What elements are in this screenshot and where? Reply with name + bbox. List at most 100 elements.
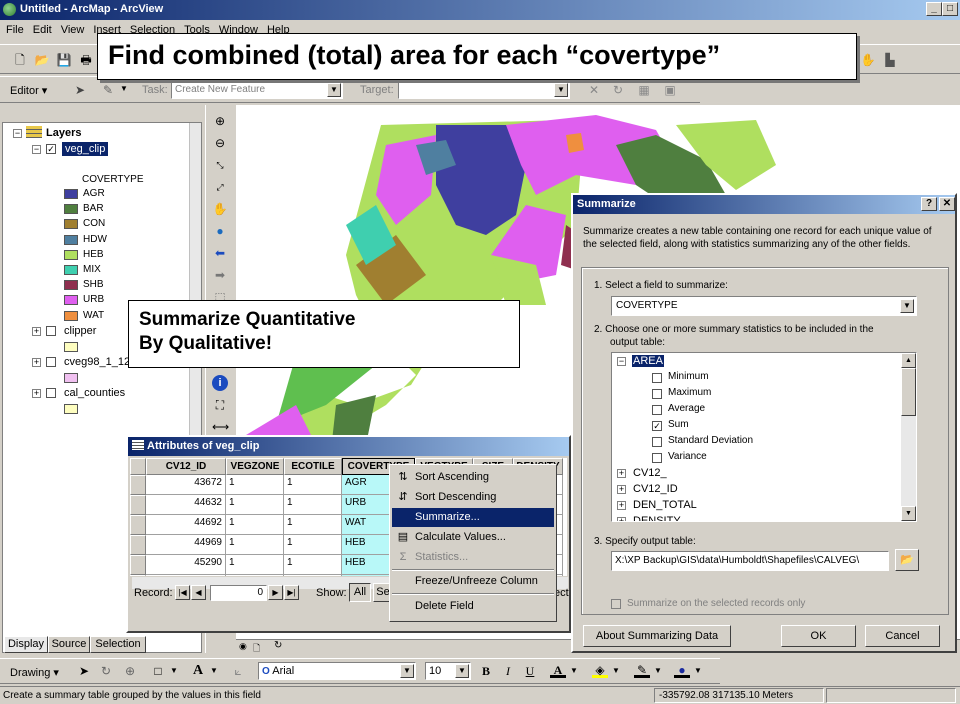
statistic-checkbox[interactable] bbox=[652, 453, 662, 463]
font-dropdown-button[interactable]: ▼ bbox=[400, 664, 414, 678]
clipper-checkbox[interactable] bbox=[46, 326, 56, 336]
tree-item-average[interactable]: Average bbox=[612, 402, 900, 418]
editor-menu[interactable]: Editor ▾ bbox=[10, 84, 47, 97]
prev-record-button[interactable]: ◀ bbox=[191, 585, 206, 600]
next-record-button[interactable]: ▶ bbox=[268, 585, 283, 600]
statistic-checkbox[interactable] bbox=[652, 389, 662, 399]
open-icon[interactable]: 📂 bbox=[34, 52, 50, 68]
zoom-in-icon[interactable]: ⊕ bbox=[212, 113, 228, 129]
drawing-menu[interactable]: Drawing ▾ bbox=[10, 666, 59, 679]
target-dropdown-button[interactable]: ▼ bbox=[554, 83, 568, 97]
edit-vertices-icon[interactable]: ⟀ bbox=[230, 663, 246, 679]
full-extent-icon[interactable]: ● bbox=[212, 223, 228, 239]
refresh-icon[interactable]: ↻ bbox=[274, 640, 282, 651]
table-cell[interactable]: 1 bbox=[226, 495, 284, 515]
menu-item-summarize[interactable]: Summarize... bbox=[392, 508, 554, 527]
expand-layers-icon[interactable]: − bbox=[13, 129, 22, 138]
legend-swatch-bar[interactable] bbox=[64, 204, 78, 215]
output-table-field[interactable]: X:\XP Backup\GIS\data\Humboldt\Shapefile… bbox=[611, 551, 889, 571]
marker-color-dropdown-icon[interactable]: ▼ bbox=[694, 666, 702, 675]
veg-clip-label[interactable]: veg_clip bbox=[62, 142, 109, 156]
table-cell[interactable]: 45290 bbox=[146, 555, 226, 575]
dialog-help-button[interactable]: ? bbox=[921, 197, 937, 211]
table-cell[interactable]: 1 bbox=[226, 515, 284, 535]
sketch-dropdown-icon[interactable]: ▼ bbox=[120, 84, 128, 93]
table-cell[interactable]: 1 bbox=[226, 575, 284, 576]
toolbar-icon[interactable]: ▙ bbox=[882, 52, 898, 68]
table-cell[interactable]: 1 bbox=[226, 475, 284, 495]
underline-icon[interactable]: U bbox=[522, 663, 538, 679]
legend-swatch-con[interactable] bbox=[64, 219, 78, 230]
tree-item-cv12[interactable]: + CV12_ bbox=[612, 466, 900, 482]
row-selector[interactable] bbox=[130, 515, 146, 535]
target-combo[interactable] bbox=[398, 82, 570, 99]
identify-icon[interactable]: i bbox=[212, 375, 228, 391]
scroll-thumb[interactable] bbox=[901, 368, 916, 416]
cveg-label[interactable]: cveg98_1_12 bbox=[64, 356, 130, 368]
menu-item-sort-descending[interactable]: ⇵ Sort Descending bbox=[392, 488, 554, 507]
veg-clip-checkbox[interactable]: ✓ bbox=[46, 144, 56, 154]
table-cell[interactable]: 44632 bbox=[146, 495, 226, 515]
zoom-out-icon[interactable]: ⊖ bbox=[212, 135, 228, 151]
fixed-zoom-in-icon[interactable]: ⤡ bbox=[212, 157, 228, 173]
font-size-dropdown-button[interactable]: ▼ bbox=[455, 664, 469, 678]
font-color-icon[interactable]: A bbox=[550, 662, 566, 678]
measure-icon[interactable]: ⟷ bbox=[212, 419, 229, 435]
text-dropdown-icon[interactable]: ▼ bbox=[210, 666, 218, 675]
tree-item-variance[interactable]: Variance bbox=[612, 450, 900, 466]
tree-item-cv12-id[interactable]: + CV12_ID bbox=[612, 482, 900, 498]
table-cell[interactable]: 44969 bbox=[146, 535, 226, 555]
column-header-ecotile[interactable]: ECOTILE bbox=[284, 458, 342, 475]
menu-file[interactable]: File bbox=[0, 20, 27, 36]
statistic-checkbox[interactable]: ✓ bbox=[652, 421, 662, 431]
cancel-button[interactable]: Cancel bbox=[865, 625, 940, 647]
tree-scrollbar[interactable]: ▲ ▼ bbox=[901, 353, 916, 521]
column-header-cv12-id[interactable]: CV12_ID bbox=[146, 458, 226, 475]
table-cell[interactable]: 1 bbox=[226, 535, 284, 555]
expand-veg-clip-icon[interactable]: − bbox=[32, 145, 41, 154]
tab-selection[interactable]: Selection bbox=[90, 636, 146, 653]
sketch-tool-icon[interactable]: ✎ bbox=[100, 82, 116, 98]
menu-view[interactable]: View bbox=[55, 20, 88, 36]
expand-icon[interactable]: + bbox=[617, 469, 626, 478]
select-elements-icon[interactable]: ➤ bbox=[76, 663, 92, 679]
tree-item-den-total[interactable]: + DEN_TOTAL bbox=[612, 498, 900, 514]
row-selector[interactable] bbox=[130, 575, 146, 576]
field-select-dropdown[interactable]: ▼ bbox=[900, 299, 914, 313]
split-tool-icon[interactable]: ✕ bbox=[586, 82, 602, 98]
menu-edit[interactable]: Edit bbox=[27, 20, 55, 36]
scroll-down-button[interactable]: ▼ bbox=[901, 506, 916, 521]
show-all-button[interactable]: All bbox=[349, 583, 371, 602]
tree-item-maximum[interactable]: Maximum bbox=[612, 386, 900, 402]
row-selector[interactable] bbox=[130, 535, 146, 555]
fixed-zoom-out-icon[interactable]: ⤢ bbox=[212, 179, 228, 195]
layers-root-label[interactable]: Layers bbox=[46, 127, 81, 139]
row-selector[interactable] bbox=[130, 555, 146, 575]
menu-item-freeze-unfreeze-column[interactable]: Freeze/Unfreeze Column bbox=[392, 572, 554, 591]
legend-swatch-shb[interactable] bbox=[64, 280, 78, 291]
cal-counties-checkbox[interactable] bbox=[46, 388, 56, 398]
legend-swatch-hdw[interactable] bbox=[64, 234, 78, 245]
toolbar-icon[interactable]: ✋ bbox=[860, 52, 876, 68]
table-cell[interactable]: 45357 bbox=[146, 575, 226, 576]
expand-icon[interactable]: + bbox=[617, 501, 626, 510]
cveg-checkbox[interactable] bbox=[46, 357, 56, 367]
collapse-icon[interactable]: − bbox=[617, 357, 626, 366]
font-color-dropdown-icon[interactable]: ▼ bbox=[570, 666, 578, 675]
forward-extent-icon[interactable]: ➡ bbox=[212, 267, 228, 283]
italic-icon[interactable]: I bbox=[500, 663, 516, 679]
task-dropdown-button[interactable]: ▼ bbox=[327, 83, 341, 97]
statistic-checkbox[interactable] bbox=[652, 437, 662, 447]
table-cell[interactable]: 43672 bbox=[146, 475, 226, 495]
field-select[interactable]: COVERTYPE bbox=[611, 296, 917, 316]
rotate-tool-icon[interactable]: ↻ bbox=[610, 82, 626, 98]
table-cell[interactable]: 1 bbox=[284, 475, 342, 495]
table-cell[interactable]: 44692 bbox=[146, 515, 226, 535]
ok-button[interactable]: OK bbox=[781, 625, 856, 647]
maximize-button[interactable]: □ bbox=[942, 2, 958, 16]
tab-source[interactable]: Source bbox=[48, 636, 90, 653]
rectangle-icon[interactable]: □ bbox=[150, 663, 166, 679]
attributes-icon[interactable]: ▦ bbox=[636, 82, 652, 98]
statistic-checkbox[interactable] bbox=[652, 373, 662, 383]
legend-swatch-wat[interactable] bbox=[64, 310, 78, 321]
